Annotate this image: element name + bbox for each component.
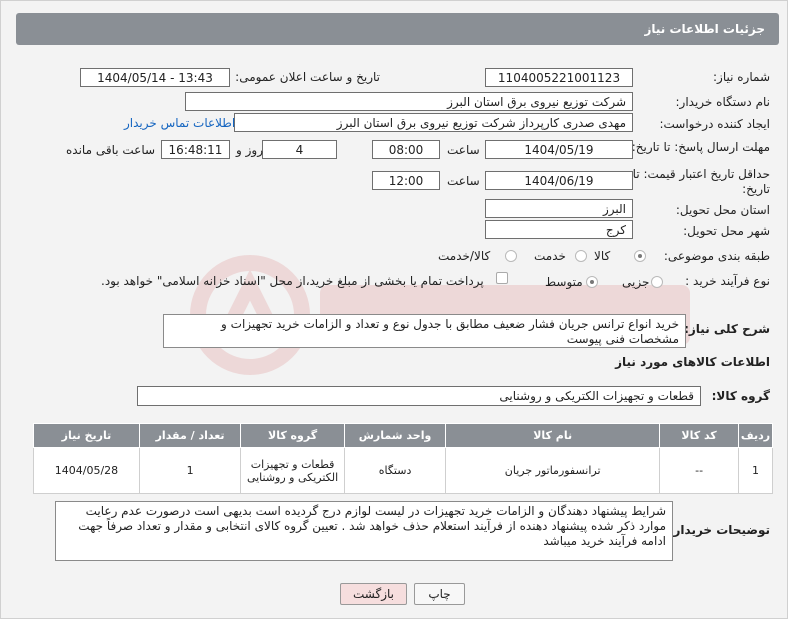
category-both-radio[interactable] bbox=[505, 250, 517, 262]
need-number-label: شماره نیاز: bbox=[713, 70, 770, 84]
process-medium-radio[interactable] bbox=[586, 276, 598, 288]
cell-need-date: 1404/05/28 bbox=[33, 447, 140, 494]
goods-table: ردیف کد کالا نام کالا واحد شمارش گروه کا… bbox=[33, 423, 774, 494]
page-header: جزئیات اطلاعات نیاز bbox=[16, 13, 779, 45]
general-desc-label: شرح کلی نیاز: bbox=[684, 322, 770, 336]
col-name-header: نام کالا bbox=[445, 423, 661, 448]
buyer-org-field: شرکت توزیع نیروی برق استان البرز bbox=[185, 92, 633, 111]
cell-unit: دستگاه bbox=[343, 447, 447, 494]
validity-date-field: 1404/06/19 bbox=[485, 171, 633, 190]
buyer-notes-field: شرایط پیشنهاد دهندگان و الزامات خرید تجه… bbox=[55, 501, 673, 561]
cell-code: -- bbox=[659, 447, 739, 494]
col-row-header: ردیف bbox=[737, 423, 774, 448]
buyer-org-label: نام دستگاه خریدار: bbox=[675, 95, 771, 109]
validity-time-field: 12:00 bbox=[372, 171, 440, 190]
page-title: جزئیات اطلاعات نیاز bbox=[644, 22, 765, 36]
treasury-payment-note: پرداخت تمام یا بخشی از مبلغ خرید،از محل … bbox=[101, 274, 484, 288]
print-button[interactable]: چاپ bbox=[414, 583, 465, 605]
category-goods-radio[interactable] bbox=[634, 250, 646, 262]
announce-datetime-field: 1404/05/14 - 13:43 bbox=[80, 68, 230, 87]
response-date-field: 1404/05/19 bbox=[485, 140, 633, 159]
category-service-label: خدمت bbox=[534, 249, 566, 263]
category-both-label: کالا/خدمت bbox=[438, 249, 491, 263]
process-small-label: جزیی bbox=[622, 275, 650, 289]
announce-datetime-label: تاریخ و ساعت اعلان عمومی: bbox=[235, 70, 380, 84]
contact-buyer-link[interactable]: اطلاعات تماس خریدار bbox=[124, 116, 235, 130]
delivery-city-label: شهر محل تحویل: bbox=[683, 224, 770, 238]
col-date-header: تاریخ نیاز bbox=[33, 423, 140, 448]
col-group-header: گروه کالا bbox=[240, 423, 345, 448]
response-deadline-label: مهلت ارسال پاسخ: تا تاریخ: bbox=[631, 140, 770, 154]
col-qty-header: تعداد / مقدار bbox=[138, 423, 242, 448]
goods-info-heading: اطلاعات کالاهای مورد نیاز bbox=[615, 355, 770, 369]
general-desc-field: خرید انواع ترانس جریان فشار ضعیف مطابق ب… bbox=[163, 314, 686, 348]
process-type-label: نوع فرآیند خرید : bbox=[685, 274, 770, 288]
delivery-province-label: استان محل تحویل: bbox=[675, 203, 770, 217]
col-unit-header: واحد شمارش bbox=[343, 423, 447, 448]
col-code-header: کد کالا bbox=[659, 423, 739, 448]
category-label: طبقه بندی موضوعی: bbox=[663, 249, 770, 263]
goods-group-label: گروه کالا: bbox=[711, 389, 770, 403]
buyer-notes-label: توضیحات خریدار: bbox=[668, 523, 770, 537]
need-number-field: 1104005221001123 bbox=[485, 68, 633, 87]
cell-row-number: 1 bbox=[737, 447, 774, 494]
cell-qty: 1 bbox=[138, 447, 242, 494]
days-and-label: روز و bbox=[236, 143, 263, 157]
remaining-time-field: 16:48:11 bbox=[161, 140, 230, 159]
process-medium-label: متوسط bbox=[545, 275, 583, 289]
remaining-time-label: ساعت باقی مانده bbox=[66, 143, 156, 157]
category-goods-label: کالا bbox=[594, 249, 611, 263]
table-header-row: ردیف کد کالا نام کالا واحد شمارش گروه کا… bbox=[33, 423, 774, 448]
process-small-radio[interactable] bbox=[651, 276, 663, 288]
requester-field: مهدی صدری کارپرداز شرکت توزیع نیروی برق … bbox=[234, 113, 633, 132]
price-validity-label: حداقل تاریخ اعتبار قیمت: تا تاریخ: bbox=[632, 167, 770, 196]
back-button[interactable]: بازگشت bbox=[340, 583, 407, 605]
goods-group-field: قطعات و تجهیزات الکتریکی و روشنایی bbox=[137, 386, 701, 406]
cell-name: ترانسفورماتور جریان bbox=[445, 447, 661, 494]
response-time-label: ساعت bbox=[447, 143, 480, 157]
delivery-province-field: البرز bbox=[485, 199, 633, 218]
requester-label: ایجاد کننده درخواست: bbox=[659, 117, 770, 131]
response-time-field: 08:00 bbox=[372, 140, 440, 159]
delivery-city-field: کرج bbox=[485, 220, 633, 239]
days-remaining-field: 4 bbox=[262, 140, 337, 159]
treasury-payment-checkbox[interactable] bbox=[496, 272, 508, 284]
table-row: 1 -- ترانسفورماتور جریان دستگاه قطعات و … bbox=[33, 447, 774, 494]
cell-group: قطعات و تجهیزات الکتریکی و روشنایی bbox=[240, 447, 345, 494]
category-service-radio[interactable] bbox=[575, 250, 587, 262]
validity-time-label: ساعت bbox=[447, 174, 480, 188]
